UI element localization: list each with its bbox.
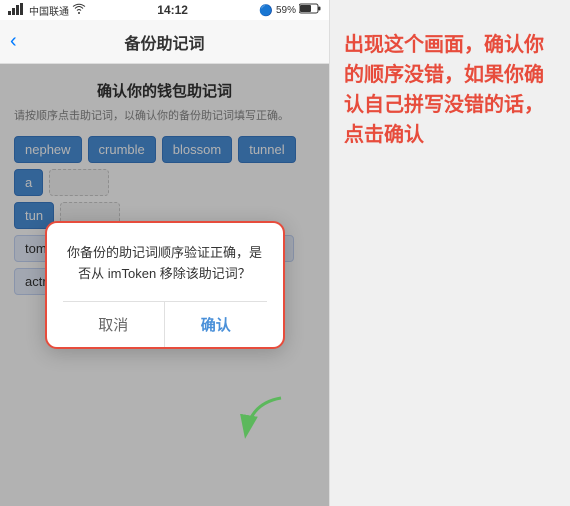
dialog-box: 你备份的助记词顺序验证正确，是否从 imToken 移除该助记词？ 取消 确认 — [45, 221, 285, 349]
time-label: 14:12 — [157, 3, 188, 17]
annotation-text: 出现这个画面，确认你的顺序没错，如果你确认自己拼写没错的话，点击确认 — [344, 30, 556, 150]
status-bar: 中国联通 14:12 🔵 59% — [0, 0, 329, 20]
nav-bar: ‹ 备份助记词 — [0, 20, 329, 64]
bluetooth-icon: 🔵 — [259, 4, 273, 17]
signal-dots — [8, 3, 26, 18]
carrier-label: 中国联通 — [29, 3, 69, 18]
back-button[interactable]: ‹ — [10, 30, 17, 53]
dialog-buttons: 取消 确认 — [63, 301, 267, 347]
nav-title: 备份助记词 — [124, 30, 204, 54]
dialog-cancel-button[interactable]: 取消 — [63, 302, 166, 347]
wifi-icon — [72, 3, 86, 17]
status-left: 中国联通 — [8, 3, 86, 18]
arrow-annotation — [231, 393, 291, 448]
phone-screen: 中国联通 14:12 🔵 59% — [0, 0, 330, 506]
annotation-section: 出现这个画面，确认你的顺序没错，如果你确认自己拼写没错的话，点击确认 — [330, 0, 570, 506]
dialog-confirm-button[interactable]: 确认 — [165, 302, 267, 347]
battery-label: 59% — [276, 5, 296, 16]
main-content: 确认你的钱包助记词 请按顺序点击助记词，以确认你的备份助记词填写正确。 neph… — [0, 64, 329, 506]
battery-icon — [299, 3, 321, 17]
status-right: 🔵 59% — [259, 3, 321, 17]
dialog-message: 你备份的助记词顺序验证正确，是否从 imToken 移除该助记词？ — [63, 243, 267, 285]
